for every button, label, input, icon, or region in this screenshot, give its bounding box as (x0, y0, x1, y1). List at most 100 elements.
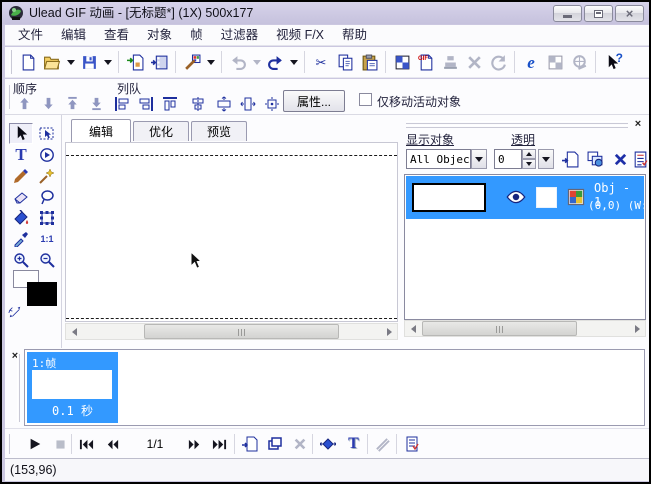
properties-button[interactable]: 属性... (283, 90, 345, 112)
animation-tool-button[interactable] (35, 144, 59, 165)
add-object-button[interactable] (560, 149, 580, 169)
redo-dropdown-button[interactable] (287, 49, 300, 75)
preview-disabled-button[interactable] (543, 49, 567, 75)
last-frame-button[interactable] (208, 433, 231, 455)
frame-strip-grip[interactable] (17, 354, 20, 422)
transform-tool-button[interactable] (35, 207, 59, 228)
tab-preview[interactable]: 预览 (191, 121, 247, 141)
tab-optimize[interactable]: 优化 (133, 121, 189, 141)
selection-tool-button[interactable] (9, 123, 33, 144)
actual-size-button[interactable]: 1:1 (35, 228, 59, 249)
new-document-button[interactable] (16, 49, 40, 75)
canvas-horizontal-scrollbar[interactable] (65, 323, 398, 340)
context-help-button[interactable]: ? (600, 49, 624, 75)
rotate-button[interactable] (486, 49, 510, 75)
zoom-out-tool-button[interactable] (35, 249, 59, 270)
publish-disabled-button[interactable] (567, 49, 591, 75)
object-select-tool-button[interactable] (35, 123, 59, 144)
spin-down-button[interactable] (522, 159, 536, 169)
eraser-tool-button[interactable] (9, 186, 33, 207)
panel-grip[interactable] (406, 125, 628, 128)
visibility-eye-icon[interactable] (506, 187, 526, 212)
eyedropper-tool-button[interactable] (9, 228, 33, 249)
align-center-vertical-button[interactable] (187, 94, 209, 113)
redo-button[interactable] (263, 49, 287, 75)
color-palette-dropdown-button[interactable] (204, 49, 217, 75)
next-frame-button[interactable] (183, 433, 206, 455)
objects-filter-dropdown-button[interactable] (471, 149, 487, 169)
object-image-icon[interactable] (566, 187, 586, 212)
tween-button[interactable] (316, 433, 339, 455)
align-right-button[interactable] (135, 94, 157, 113)
remove-effect-button[interactable] (371, 433, 394, 455)
close-button[interactable]: × (615, 5, 644, 22)
object-list-horizontal-scrollbar[interactable] (404, 320, 646, 337)
delete-frame-button[interactable] (288, 433, 311, 455)
duplicate-frame-button[interactable] (263, 433, 286, 455)
tab-edit[interactable]: 编辑 (71, 119, 131, 142)
open-dropdown-button[interactable] (64, 49, 77, 75)
paintbrush-tool-button[interactable] (9, 165, 33, 186)
add-image-button[interactable] (123, 49, 147, 75)
spin-up-button[interactable] (522, 149, 536, 159)
scrollbar-thumb[interactable] (422, 321, 577, 336)
frame-properties-button[interactable] (400, 433, 423, 455)
toolbar-grip[interactable] (7, 85, 10, 109)
menu-video-fx[interactable]: 视频 F/X (267, 25, 333, 46)
move-to-top-button[interactable] (61, 94, 83, 113)
menu-file[interactable]: 文件 (9, 25, 52, 46)
menu-view[interactable]: 查看 (95, 25, 138, 46)
undo-button[interactable] (226, 49, 250, 75)
paste-button[interactable] (357, 49, 381, 75)
move-up-button[interactable] (13, 94, 35, 113)
center-vertical-button[interactable] (237, 94, 259, 113)
move-down-button[interactable] (37, 94, 59, 113)
delete-object-button[interactable] (610, 149, 630, 169)
move-active-only-checkbox[interactable] (359, 93, 372, 106)
menu-edit[interactable]: 编辑 (52, 25, 95, 46)
text-tool-button[interactable]: T (9, 144, 33, 165)
title-bar[interactable]: Ulead GIF 动画 - [无标题*] (1X) 500x177 × (2, 2, 649, 24)
swap-colors-button[interactable] (8, 305, 22, 324)
cut-button[interactable]: ✂ (309, 49, 333, 75)
save-dropdown-button[interactable] (101, 49, 114, 75)
frame-cell[interactable]: 1:帧 0.1 秒 (27, 352, 118, 423)
menu-help[interactable]: 帮助 (333, 25, 376, 46)
panel-grip[interactable] (406, 121, 628, 124)
minimize-button[interactable] (553, 5, 582, 22)
color-palette-wand-button[interactable] (180, 49, 204, 75)
gif-export-button[interactable]: GIF (414, 49, 438, 75)
foreground-color-swatch[interactable] (27, 282, 57, 306)
add-video-button[interactable] (147, 49, 171, 75)
menu-frame[interactable]: 帧 (181, 25, 212, 46)
object-color-swatch[interactable] (536, 187, 557, 208)
scroll-right-button[interactable] (381, 324, 397, 339)
optimize-button[interactable] (390, 49, 414, 75)
fill-tool-button[interactable] (9, 207, 33, 228)
add-frame-button[interactable] (238, 433, 261, 455)
banner-text-button[interactable]: T (342, 433, 365, 455)
save-button[interactable] (77, 49, 101, 75)
move-to-bottom-button[interactable] (85, 94, 107, 113)
copy-button[interactable] (333, 49, 357, 75)
toolbar-grip[interactable] (9, 50, 12, 74)
scroll-left-button[interactable] (405, 321, 421, 336)
menu-object[interactable]: 对象 (138, 25, 181, 46)
objects-filter-combobox[interactable]: All Object: (406, 149, 487, 169)
panel-close-button[interactable]: × (632, 118, 644, 130)
restore-button[interactable] (584, 5, 613, 22)
center-both-button[interactable] (261, 94, 283, 113)
object-properties-button[interactable] (630, 149, 650, 169)
zoom-in-tool-button[interactable] (9, 249, 33, 270)
align-left-button[interactable] (111, 94, 133, 113)
center-horizontal-button[interactable] (213, 94, 235, 113)
menu-filters[interactable]: 过滤器 (212, 25, 268, 46)
scroll-left-button[interactable] (66, 324, 82, 339)
duplicate-object-button[interactable] (585, 149, 605, 169)
lasso-tool-button[interactable] (35, 186, 59, 207)
undo-dropdown-button[interactable] (250, 49, 263, 75)
transparency-slider-button[interactable] (538, 149, 554, 169)
magic-wand-tool-button[interactable] (35, 165, 59, 186)
canvas[interactable] (65, 142, 398, 322)
resize-button[interactable] (462, 49, 486, 75)
